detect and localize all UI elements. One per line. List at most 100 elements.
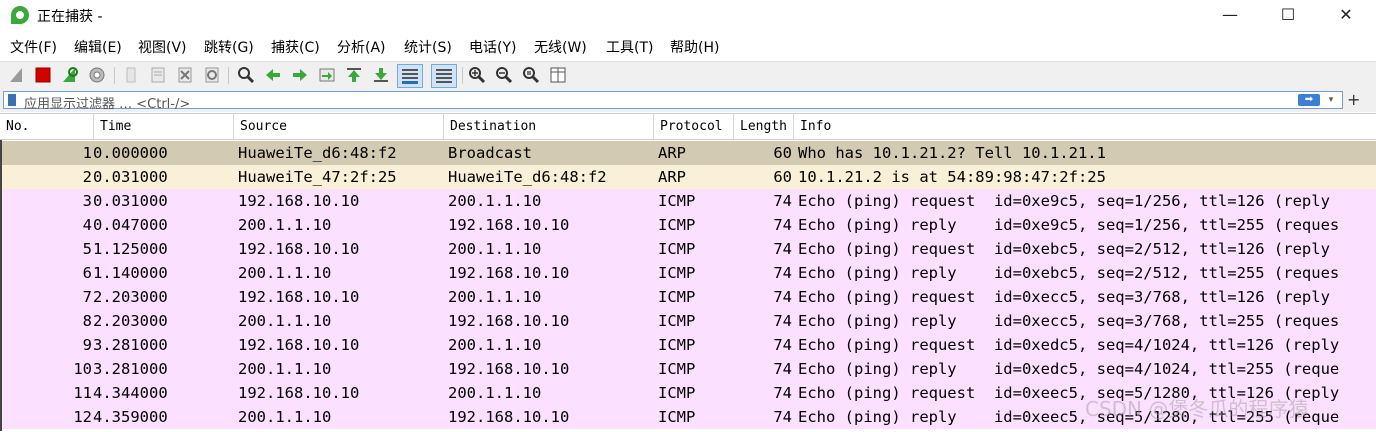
packet-cell-source: HuaweiTe_47:2f:25 [238,168,397,186]
go-forward-icon[interactable] [291,66,309,84]
packet-cell-length: 74 [773,240,792,258]
packet-cell-no: 5 [82,240,92,258]
minimize-button[interactable]: — [1202,0,1258,30]
packet-cell-time: 1.140000 [93,264,168,282]
packet-row[interactable]: 6 1.140000 200.1.1.10 192.168.10.10 ICMP 74 Ec… [0,261,1376,285]
menu-analyze[interactable]: 分析(A) [337,37,386,57]
go-first-icon[interactable] [345,66,363,84]
packet-cell-no: 7 [82,288,92,306]
packet-cell-length: 60 [773,144,792,162]
display-filter-input[interactable]: 应用显示过滤器 … <Ctrl-/> ➡ ▾ [3,91,1343,112]
column-header-time[interactable]: Time [94,114,234,139]
packet-cell-source: 192.168.10.10 [238,240,360,258]
packet-list: No. Time Source Destination Protocol Len… [0,113,1376,432]
bookmark-icon[interactable] [8,94,16,106]
filter-history-dropdown[interactable]: ▾ [1324,93,1338,107]
toolbar-separator [114,67,115,84]
stop-capture-icon[interactable] [34,66,52,84]
column-header-protocol[interactable]: Protocol [654,114,734,139]
packet-cell-length: 74 [773,192,792,210]
packet-cell-time: 0.047000 [93,216,168,234]
packet-cell-no: 8 [82,312,92,330]
packet-cell-protocol: ICMP [658,192,696,210]
packet-row[interactable]: 9 3.281000 192.168.10.10 200.1.1.10 ICMP 74 Ec… [0,333,1376,357]
packet-row[interactable]: 1 0.000000 HuaweiTe_d6:48:f2 Broadcast ARP 60… [0,141,1376,165]
go-to-packet-icon[interactable] [318,66,336,84]
window-title: 正在捕获 - [37,9,103,25]
packet-cell-time: 0.031000 [93,192,168,210]
packet-cell-no: 2 [82,168,92,186]
packet-cell-info: Echo (ping) reply id=0xebc5, seq=2/512, … [798,264,1340,282]
open-file-icon[interactable] [122,66,140,84]
toolbar-separator [462,67,463,84]
packet-cell-no: 9 [82,336,92,354]
resize-columns-icon[interactable] [549,66,567,84]
packet-cell-time: 4.359000 [93,408,168,426]
packet-cell-info: Echo (ping) request id=0xebc5, seq=2/512… [798,240,1330,258]
menu-capture[interactable]: 捕获(C) [271,37,320,57]
menu-go[interactable]: 跳转(G) [204,37,254,57]
maximize-button[interactable]: ☐ [1260,0,1316,30]
menu-telephony[interactable]: 电话(Y) [469,37,516,57]
reload-icon[interactable] [203,66,221,84]
menu-help[interactable]: 帮助(H) [670,37,719,57]
packet-cell-length: 74 [773,288,792,306]
packet-cell-source: 192.168.10.10 [238,192,360,210]
packet-cell-info: Echo (ping) request id=0xedc5, seq=4/102… [798,336,1340,354]
packet-cell-time: 2.203000 [93,312,168,330]
packet-cell-protocol: ICMP [658,336,696,354]
packet-row[interactable]: 4 0.047000 200.1.1.10 192.168.10.10 ICMP 74 Ec… [0,213,1376,237]
menu-edit[interactable]: 编辑(E) [74,37,122,57]
menu-file[interactable]: 文件(F) [10,37,57,57]
zoom-out-icon[interactable] [495,66,513,84]
find-packet-icon[interactable] [237,66,255,84]
menu-statistics[interactable]: 统计(S) [404,37,452,57]
close-button[interactable]: ✕ [1318,0,1374,30]
packet-row[interactable]: 3 0.031000 192.168.10.10 200.1.1.10 ICMP 74 Ec… [0,189,1376,213]
packet-cell-protocol: ICMP [658,360,696,378]
packet-cell-destination: 192.168.10.10 [448,312,570,330]
normal-size-icon[interactable] [522,66,540,84]
packet-cell-destination: HuaweiTe_d6:48:f2 [448,168,607,186]
packet-row[interactable]: 2 0.031000 HuaweiTe_47:2f:25 HuaweiTe_d6:48… [0,165,1376,189]
packet-row[interactable]: 8 2.203000 200.1.1.10 192.168.10.10 ICMP 74 Ec… [0,309,1376,333]
packet-cell-time: 0.031000 [93,168,168,186]
packet-cell-time: 4.344000 [93,384,168,402]
packet-cell-protocol: ARP [658,168,686,186]
packet-cell-length: 74 [773,312,792,330]
packet-row[interactable]: 7 2.203000 192.168.10.10 200.1.1.10 ICMP 74 Ec… [0,285,1376,309]
packet-cell-protocol: ICMP [658,216,696,234]
packet-cell-length: 74 [773,360,792,378]
menu-view[interactable]: 视图(V) [138,37,187,57]
packet-cell-length: 74 [773,216,792,234]
column-header-source[interactable]: Source [234,114,444,139]
colorize-icon[interactable] [431,64,457,88]
go-back-icon[interactable] [264,66,282,84]
packet-cell-time: 0.000000 [93,144,168,162]
apply-filter-button[interactable]: ➡ [1298,94,1320,106]
packet-cell-source: 192.168.10.10 [238,384,360,402]
menu-tools[interactable]: 工具(T) [606,37,653,57]
go-last-icon[interactable] [372,66,390,84]
column-header-destination[interactable]: Destination [444,114,654,139]
packet-cell-destination: 200.1.1.10 [448,336,542,354]
save-file-icon[interactable] [149,66,167,84]
watermark: CSDN @煲冬瓜的程序猿 [1085,397,1309,421]
zoom-in-icon[interactable] [468,66,486,84]
shark-fin-start-icon[interactable] [8,66,26,84]
packet-cell-destination: 200.1.1.10 [448,240,542,258]
column-header-length[interactable]: Length [734,114,794,139]
packet-row[interactable]: 5 1.125000 192.168.10.10 200.1.1.10 ICMP 74 Ec… [0,237,1376,261]
packet-cell-length: 60 [773,168,792,186]
close-file-icon[interactable] [176,66,194,84]
packet-row[interactable]: 10 3.281000 200.1.1.10 192.168.10.10 ICMP 74 E… [0,357,1376,381]
menu-wireless[interactable]: 无线(W) [534,37,587,57]
capture-options-icon[interactable] [88,66,106,84]
restart-capture-icon[interactable] [61,66,79,84]
packet-cell-source: 200.1.1.10 [238,216,332,234]
add-filter-button[interactable]: + [1347,91,1360,109]
auto-scroll-icon[interactable] [397,64,423,88]
column-header-info[interactable]: Info [794,114,1376,139]
column-header-no[interactable]: No. [0,114,94,139]
packet-cell-time: 3.281000 [93,336,168,354]
